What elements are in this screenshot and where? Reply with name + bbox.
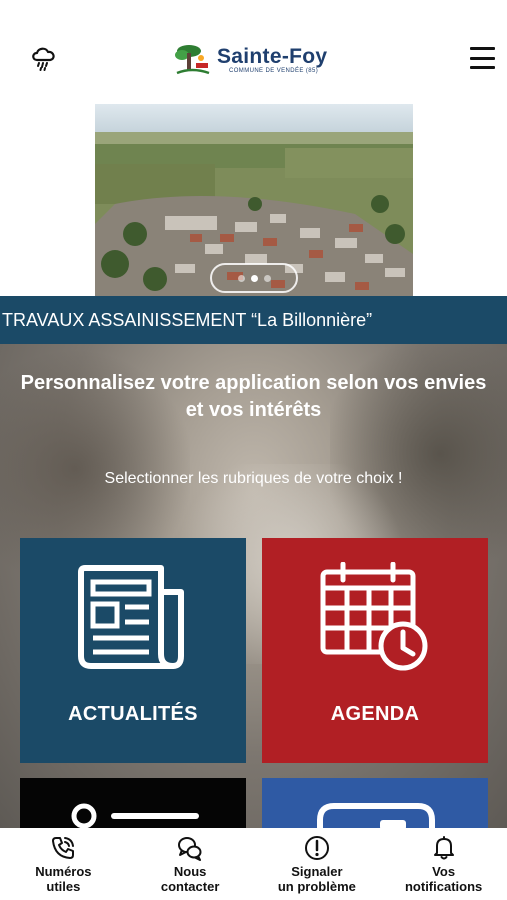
card-icon	[317, 803, 435, 828]
news-ticker-text: TRAVAUX ASSAINISSEMENT “La Billonnière”	[2, 310, 373, 330]
newspaper-icon	[78, 565, 184, 669]
carousel-indicator[interactable]	[210, 263, 298, 293]
personalize-title: Personnalisez votre application selon vo…	[20, 372, 487, 421]
nav-notifications[interactable]: Vos notifications	[380, 828, 507, 900]
bell-icon	[433, 836, 454, 860]
carousel-dot[interactable]	[237, 274, 245, 282]
phone-icon	[52, 837, 75, 859]
nav-signaler-probleme[interactable]: Signaler un problème	[254, 828, 381, 900]
chat-bubbles-icon	[178, 837, 202, 861]
hamburger-menu-icon	[470, 47, 495, 50]
tile-agenda[interactable]: AGENDA	[262, 538, 488, 763]
nav-label: Nous contacter	[160, 864, 220, 894]
app-header: Sainte-Foy COMMUNE DE VENDÉE (85)	[0, 0, 507, 104]
carousel-dot[interactable]	[263, 274, 271, 282]
logo-subtitle: COMMUNE DE VENDÉE (85)	[229, 68, 319, 74]
nav-label: Numéros utiles	[35, 864, 92, 894]
cloud-rain-icon	[32, 47, 55, 71]
nav-label: Vos notifications	[404, 864, 483, 894]
tile-localisation[interactable]	[20, 778, 246, 828]
logo-name: Sainte-Foy	[217, 45, 328, 68]
news-ticker-banner[interactable]: TRAVAUX ASSAINISSEMENT “La Billonnière”	[0, 296, 507, 344]
bottom-navigation: Numéros utiles Nous contacter Signaler u…	[0, 828, 507, 900]
tile-label: AGENDA	[330, 703, 420, 725]
calendar-clock-icon	[320, 562, 428, 671]
tile-services[interactable]	[262, 778, 488, 828]
hamburger-menu-button[interactable]	[470, 47, 495, 69]
personalize-subtitle: Selectionner les rubriques de votre choi…	[104, 470, 403, 487]
weather-button[interactable]	[30, 45, 58, 71]
nav-nous-contacter[interactable]: Nous contacter	[127, 828, 254, 900]
nav-label: Signaler un problème	[277, 864, 356, 894]
nav-numeros-utiles[interactable]: Numéros utiles	[0, 828, 127, 900]
tile-label: ACTUALITÉS	[68, 703, 198, 725]
tile-actualites[interactable]: ACTUALITÉS	[20, 538, 246, 763]
tree-logo-icon	[175, 45, 210, 75]
location-icon	[71, 803, 199, 828]
alert-icon	[304, 836, 329, 860]
commune-logo[interactable]: Sainte-Foy COMMUNE DE VENDÉE (85)	[174, 42, 327, 78]
carousel-dot-active[interactable]	[250, 274, 258, 282]
